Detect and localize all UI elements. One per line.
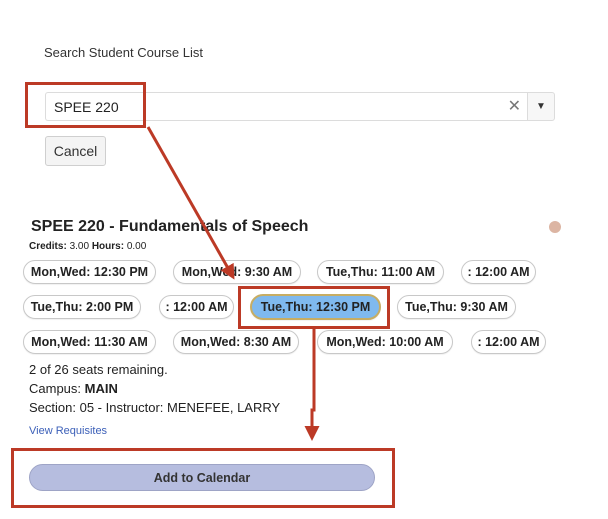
search-input[interactable]: [54, 98, 494, 116]
credits-label: Credits:: [29, 241, 67, 252]
hours-label: Hours:: [91, 241, 125, 252]
section-pill[interactable]: Mon,Wed: 10:00 AM: [317, 330, 453, 354]
chevron-down-icon: ▼: [536, 101, 546, 112]
course-title: SPEE 220 - Fundamentals of Speech: [31, 218, 309, 235]
add-to-calendar-button[interactable]: Add to Calendar: [29, 464, 375, 491]
section-pill[interactable]: : 12:00 AM: [461, 260, 536, 284]
section-instructor: Section: 05 - Instructor: MENEFEE, LARRY: [29, 400, 281, 415]
status-dot: [549, 221, 561, 233]
section-pill[interactable]: Mon,Wed: 12:30 PM: [23, 260, 156, 284]
section-pill[interactable]: Tue,Thu: 11:00 AM: [317, 260, 444, 284]
section-pill[interactable]: Tue,Thu: 9:30 AM: [397, 295, 516, 319]
section-pill[interactable]: Mon,Wed: 9:30 AM: [173, 260, 301, 284]
campus-label: Campus:: [29, 381, 82, 396]
credits-value: 3.00: [69, 241, 90, 252]
campus-value: MAIN: [84, 381, 118, 396]
section-pill[interactable]: Tue,Thu: 2:00 PM: [23, 295, 141, 319]
arrow-section-to-add: [304, 329, 320, 441]
cancel-button[interactable]: Cancel: [45, 136, 106, 166]
dropdown-button[interactable]: ▼: [527, 92, 555, 121]
section-pill[interactable]: : 12:00 AM: [159, 295, 234, 319]
section-pill[interactable]: Mon,Wed: 11:30 AM: [23, 330, 156, 354]
hours-value: 0.00: [126, 241, 147, 252]
arrow-search-to-section: [146, 126, 235, 280]
seats-remaining: 2 of 26 seats remaining.: [29, 362, 168, 377]
course-credits: Credits: 3.00 Hours: 0.00: [29, 241, 146, 252]
section-pill-selected[interactable]: Tue,Thu: 12:30 PM: [250, 294, 381, 320]
section-pill[interactable]: : 12:00 AM: [471, 330, 546, 354]
section-pill[interactable]: Mon,Wed: 8:30 AM: [173, 330, 299, 354]
campus-info: Campus: MAIN: [29, 381, 118, 396]
search-box[interactable]: ✕: [45, 92, 527, 121]
search-label: Search Student Course List: [44, 45, 203, 60]
clear-icon[interactable]: ✕: [508, 97, 521, 117]
view-requisites-link[interactable]: View Requisites: [29, 425, 107, 437]
